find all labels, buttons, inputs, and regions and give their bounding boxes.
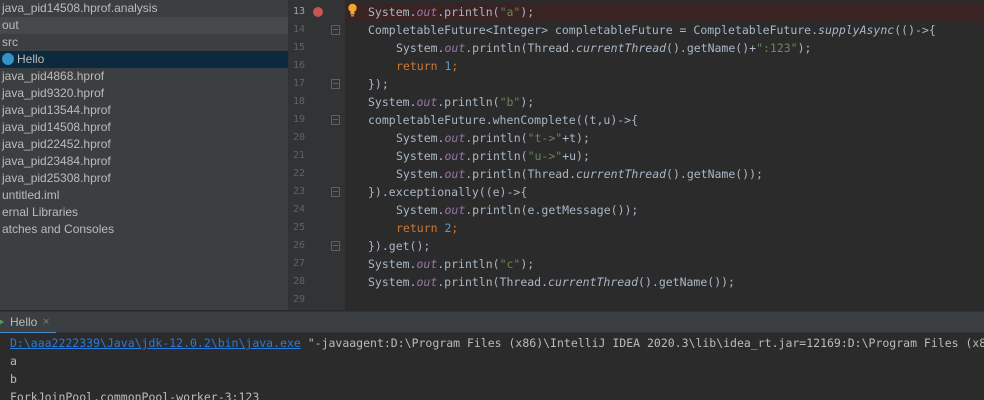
code-line: return 1;	[396, 59, 459, 73]
code-line: });	[368, 77, 389, 91]
fold-icon[interactable]	[331, 25, 340, 35]
tree-item[interactable]: java_pid13544.hprof	[0, 102, 288, 119]
tree-item[interactable]: java_pid14508.hprof.analysis	[0, 0, 288, 17]
tree-item-src[interactable]: src	[0, 34, 288, 51]
code-line: System.out.println("c");	[368, 257, 535, 271]
code-line: System.out.println(e.getMessage());	[396, 203, 639, 217]
code-line: System.out.println("a");	[368, 5, 535, 19]
line-number: 28	[292, 276, 305, 287]
line-number: 13	[292, 6, 305, 17]
tree-item-label: java_pid9320.hprof	[2, 86, 105, 100]
console-command-line: D:\aaa2222339\Java\jdk-12.0.2\bin\java.e…	[10, 334, 984, 352]
tree-item-external-libraries[interactable]: ernal Libraries	[0, 204, 288, 221]
code-line: completableFuture.whenComplete((t,u)->{	[368, 113, 639, 127]
line-number: 21	[292, 150, 305, 161]
tree-item[interactable]: java_pid23484.hprof	[0, 153, 288, 170]
tree-item-label: untitled.iml	[2, 188, 60, 202]
java-exe-link[interactable]: D:\aaa2222339\Java\jdk-12.0.2\bin\java.e…	[10, 336, 301, 350]
fold-icon[interactable]	[331, 187, 340, 197]
line-number: 16	[292, 60, 305, 71]
run-tab-hello[interactable]: Hello	[10, 312, 37, 333]
tree-item[interactable]: java_pid9320.hprof	[0, 85, 288, 102]
tree-item-label: java_pid22452.hprof	[2, 137, 111, 151]
tree-item[interactable]: java_pid22452.hprof	[0, 136, 288, 153]
line-number: 23	[292, 186, 305, 197]
code-line: System.out.println(Thread.currentThread(…	[368, 275, 735, 289]
tree-item-label: java_pid23484.hprof	[2, 154, 111, 168]
console-output-line: b	[10, 372, 17, 386]
close-icon[interactable]: ×	[43, 312, 49, 333]
code-line: System.out.println("t->"+t);	[396, 131, 590, 145]
line-number: 20	[292, 132, 305, 143]
line-number: 14	[292, 24, 305, 35]
tree-item-hello[interactable]: Hello	[0, 51, 288, 68]
line-number: 29	[292, 294, 305, 305]
tree-item-out[interactable]: out	[0, 17, 288, 34]
code-line: System.out.println("u->"+u);	[396, 149, 590, 163]
fold-icon[interactable]	[331, 115, 340, 125]
line-number: 18	[292, 96, 305, 107]
run-tool-window-header: Hello ×	[0, 311, 984, 334]
tree-item-label: java_pid14508.hprof	[2, 120, 111, 134]
line-number: 19	[292, 114, 305, 125]
line-number: 26	[292, 240, 305, 251]
tree-item[interactable]: untitled.iml	[0, 187, 288, 204]
code-line: System.out.println(Thread.currentThread(…	[396, 41, 812, 55]
tree-item-label: atches and Consoles	[2, 222, 115, 236]
tree-item-label: java_pid4868.hprof	[2, 69, 105, 83]
line-number: 24	[292, 204, 305, 215]
line-number: 25	[292, 222, 305, 233]
line-number: 17	[292, 78, 305, 89]
line-number: 27	[292, 258, 305, 269]
code-line: System.out.println(Thread.currentThread(…	[396, 167, 763, 181]
tree-item-label: Hello	[17, 52, 45, 66]
code-line: return 2;	[396, 221, 459, 235]
tree-item-label: java_pid13544.hprof	[2, 103, 111, 117]
run-icon	[0, 318, 4, 326]
tree-item-label: out	[2, 18, 19, 32]
tree-item-label: java_pid25308.hprof	[2, 171, 111, 185]
fold-icon[interactable]	[331, 241, 340, 251]
tree-item[interactable]: java_pid14508.hprof	[0, 119, 288, 136]
tree-item-scratches[interactable]: atches and Consoles	[0, 221, 288, 238]
command-args: "-javaagent:D:\Program Files (x86)\Intel…	[300, 336, 984, 350]
tree-item[interactable]: java_pid25308.hprof	[0, 170, 288, 187]
project-tree: java_pid14508.hprof.analysis out src Hel…	[0, 0, 288, 310]
lightbulb-icon[interactable]	[347, 3, 358, 17]
console-output-line: a	[10, 354, 17, 368]
code-line: System.out.println("b");	[368, 95, 535, 109]
fold-icon[interactable]	[331, 79, 340, 89]
tree-item-label: src	[2, 35, 18, 49]
line-number: 22	[292, 168, 305, 179]
tree-item[interactable]: java_pid4868.hprof	[0, 68, 288, 85]
breakpoint-icon[interactable]	[313, 7, 323, 17]
tree-item-label: ernal Libraries	[2, 205, 79, 219]
code-line: }).get();	[368, 239, 431, 253]
code-line: }).exceptionally((e)->{	[368, 185, 528, 199]
console-output-line: ForkJoinPool.commonPool-worker-3:123	[10, 390, 260, 400]
tree-item-label: java_pid14508.hprof.analysis	[2, 1, 158, 15]
run-console[interactable]: D:\aaa2222339\Java\jdk-12.0.2\bin\java.e…	[0, 333, 984, 400]
line-number: 15	[292, 42, 305, 53]
class-icon	[2, 53, 14, 65]
code-line: CompletableFuture<Integer> completableFu…	[368, 23, 936, 37]
